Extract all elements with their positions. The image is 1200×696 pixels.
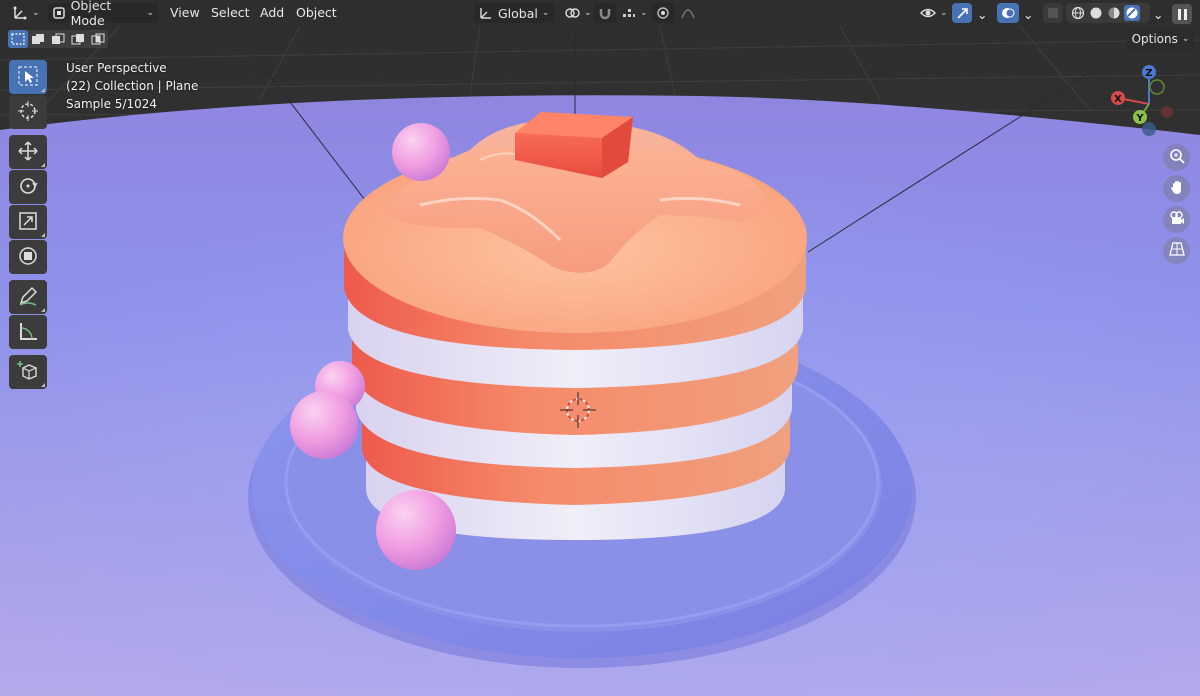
rotate-tool[interactable] (9, 170, 47, 204)
proportional-circle-icon (656, 5, 670, 21)
snap-grid-icon (622, 5, 636, 21)
object-mode-icon (52, 5, 67, 21)
menu-view[interactable]: View (170, 5, 200, 20)
axes-editor-icon (12, 5, 28, 21)
select-new-icon[interactable] (8, 30, 28, 48)
hand-icon (1169, 179, 1185, 198)
neg-x-axis-dot[interactable] (1161, 106, 1173, 118)
select-subtract-icon[interactable] (48, 30, 68, 48)
gizmo-arrow-icon (956, 5, 970, 21)
view-perspective-label: User Perspective (66, 61, 167, 75)
add-cube-icon (17, 360, 39, 385)
rotate-icon (17, 175, 39, 200)
chevron-down-icon: ⌄ (146, 8, 154, 18)
pan-button[interactable] (1163, 175, 1190, 202)
pivot-point-dropdown[interactable]: ⌄ (560, 3, 592, 23)
mode-label: Object Mode (70, 0, 112, 28)
magnet-icon (598, 5, 612, 21)
xray-icon (1047, 5, 1059, 21)
transform-icon (17, 245, 39, 270)
chevron-down-icon: ⌄ (584, 8, 592, 18)
camera-view-button[interactable] (1163, 206, 1190, 233)
snap-toggle[interactable] (594, 3, 616, 23)
add-cube-tool[interactable] (9, 355, 47, 389)
cursor-tool[interactable] (9, 95, 47, 129)
grid-perspective-icon (1168, 241, 1185, 260)
menu-object[interactable]: Object (296, 5, 337, 20)
overlays-icon (1001, 5, 1015, 21)
chevron-down-icon: ⌄ (640, 8, 648, 18)
select-box-tool[interactable] (9, 60, 47, 94)
menu-add[interactable]: Add (260, 5, 284, 20)
navigation-gizmo[interactable]: Z X Y (1105, 62, 1195, 142)
mode-dropdown[interactable]: Object Mode ⌄ (48, 0, 158, 28)
render-sample-label: Sample 5/1024 (66, 97, 158, 111)
3d-viewport[interactable] (0, 0, 1200, 696)
pause-icon (1177, 8, 1187, 20)
falloff-dropdown[interactable] (676, 3, 702, 23)
editor-type-button[interactable]: ⌄ (8, 3, 44, 23)
camera-icon (1169, 210, 1185, 229)
options-label: Options (1131, 32, 1178, 46)
overlays-toggle[interactable] (997, 3, 1019, 23)
orientation-label: Global (498, 5, 538, 21)
z-axis-label: Z (1145, 68, 1152, 79)
neg-z-axis-dot[interactable] (1142, 122, 1156, 136)
transform-orientation-icon (478, 5, 494, 21)
perspective-toggle-button[interactable] (1163, 237, 1190, 264)
material-shading-icon[interactable] (1106, 5, 1122, 21)
collection-info-label: (22) Collection | Plane (66, 79, 199, 93)
proportional-edit-toggle[interactable] (652, 3, 674, 23)
shading-dropdown-chevron[interactable]: ⌄ (1153, 7, 1163, 22)
scale-icon (17, 210, 39, 235)
overlays-dropdown-chevron[interactable]: ⌄ (1023, 7, 1033, 22)
chevron-down-icon: ⌄ (1181, 34, 1190, 44)
move-tool[interactable] (9, 135, 47, 169)
transform-tool[interactable] (9, 240, 47, 274)
falloff-curve-icon (680, 5, 696, 21)
rendered-shading-icon[interactable] (1124, 5, 1140, 21)
pivot-link-icon (564, 5, 580, 21)
snap-target-dropdown[interactable]: ⌄ (618, 3, 648, 23)
y-axis-label: Y (1135, 113, 1144, 124)
render-scene (0, 0, 1200, 696)
ruler-icon (17, 320, 39, 345)
zoom-button[interactable] (1163, 144, 1190, 171)
x-axis-label: X (1114, 94, 1122, 105)
scale-tool[interactable] (9, 205, 47, 239)
select-intersect-icon[interactable] (88, 30, 108, 48)
pause-render-button[interactable] (1172, 4, 1192, 24)
gizmo-toggle[interactable] (952, 3, 972, 23)
cursor-select-icon (17, 65, 39, 90)
neg-y-axis-dot[interactable] (1149, 79, 1165, 95)
xray-toggle[interactable] (1043, 3, 1063, 23)
options-dropdown[interactable]: Options ⌄ (1127, 28, 1194, 50)
annotate-tool[interactable] (9, 280, 47, 314)
pencil-icon (17, 285, 39, 310)
visibility-dropdown[interactable]: ⌄ (916, 3, 950, 23)
chevron-down-icon: ⌄ (32, 8, 40, 18)
solid-shading-icon[interactable] (1088, 5, 1104, 21)
orientation-dropdown[interactable]: Global ⌄ (474, 3, 554, 23)
selection-mode-group (8, 30, 108, 48)
gizmo-dropdown-chevron[interactable]: ⌄ (977, 7, 987, 22)
shading-modes (1066, 3, 1150, 23)
magnifier-icon (1169, 148, 1185, 167)
chevron-down-icon: ⌄ (940, 8, 948, 18)
eye-icon (920, 5, 936, 21)
chevron-down-icon: ⌄ (541, 8, 550, 18)
measure-tool[interactable] (9, 315, 47, 349)
crosshair-cursor-icon (17, 100, 39, 125)
wireframe-shading-icon[interactable] (1070, 5, 1086, 21)
select-invert-icon[interactable] (68, 30, 88, 48)
menu-select[interactable]: Select (211, 5, 250, 20)
select-extend-icon[interactable] (28, 30, 48, 48)
viewport-header: ⌄ Object Mode ⌄ View Select Add Object G… (0, 0, 1200, 28)
move-arrows-icon (17, 140, 39, 165)
